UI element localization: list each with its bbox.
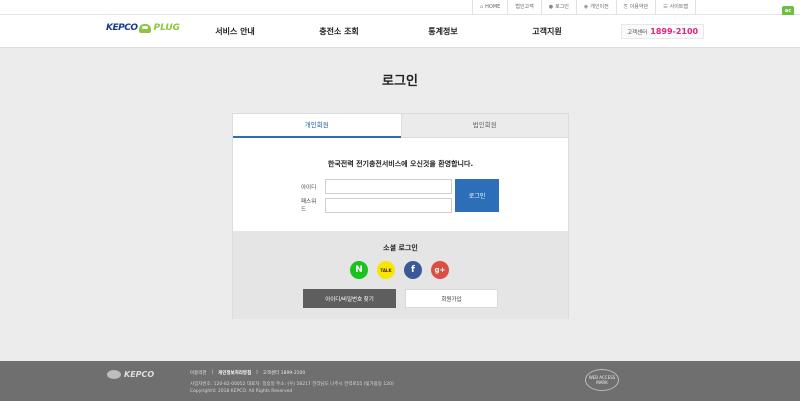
member-tabs: 개인회원 법인회원: [233, 114, 568, 138]
util-link-home[interactable]: ⌂ HOME: [471, 0, 507, 15]
page-title: 로그인: [382, 74, 418, 89]
car-icon: [139, 23, 152, 33]
kakao-icon[interactable]: TALK: [377, 261, 395, 279]
welcome-message: 한국전력 전기충전서비스에 오신것을 환영합니다.: [327, 160, 474, 168]
util-link-terms[interactable]: ⎘ 이용약관: [615, 0, 655, 15]
sitemap-icon: ☰: [663, 4, 668, 10]
util-link-label: 개인이전: [590, 4, 609, 10]
login-box: 개인회원 법인회원 한국전력 전기충전서비스에 오신것을 환영합니다. 아이디 …: [232, 113, 569, 319]
password-input[interactable]: [325, 197, 452, 213]
nav-statistics[interactable]: 통계정보: [391, 15, 495, 48]
social-icons: N TALK f g+: [350, 261, 449, 279]
utility-links: ⌂ HOME 법인고객 ● 로그인 ◉ 개인이전 ⎘ 이용약관 ☰ 사이트맵: [471, 0, 696, 15]
header: KEPCO PLUG 서비스 안내 충전소 조회 통계정보 고객지원 마이페이지…: [0, 15, 800, 48]
nav-service[interactable]: 서비스 안내: [183, 15, 287, 48]
footer-copyright: Copyright© 2018 KEPCO. All Rights Reserv…: [190, 389, 293, 394]
footer-link-privacy[interactable]: 개인정보처리방침: [218, 370, 251, 376]
util-link-label: HOME: [485, 4, 501, 10]
logo-plug-text: PLUG: [153, 23, 181, 33]
util-link-sitemap[interactable]: ☰ 사이트맵: [655, 0, 696, 15]
web-access-badge: WEB ACCESS MARK: [585, 369, 619, 391]
naver-icon[interactable]: N: [350, 261, 368, 279]
site-logo[interactable]: KEPCO PLUG: [106, 23, 180, 33]
doc-icon: ⎘: [623, 4, 628, 10]
util-link-label: 법인고객: [515, 4, 534, 10]
footer-links: 이용약관 | 개인정보처리방침 | 고객센터 1899-2100: [190, 370, 305, 376]
id-label: 아이디: [301, 184, 317, 191]
util-link-label: 사이트맵: [669, 4, 688, 10]
callcenter-box: 고객센터 1899-2100: [621, 24, 705, 39]
login-button[interactable]: 로그인: [455, 179, 499, 212]
pw-row: 패스워드: [301, 197, 452, 213]
logo-kepco-text: KEPCO: [106, 23, 138, 33]
signup-button[interactable]: 회원가입: [405, 289, 498, 308]
social-login-title: 소셜 로그인: [383, 244, 418, 252]
facebook-icon[interactable]: f: [404, 261, 422, 279]
callcenter-number: 1899-2100: [650, 27, 699, 36]
id-row: 아이디: [301, 179, 452, 194]
util-link-personal[interactable]: ◉ 개인이전: [575, 0, 616, 15]
nav-station-search[interactable]: 충전소 조회: [287, 15, 391, 48]
util-link-label: 이용약관: [629, 4, 649, 10]
kepco-mark-icon: [107, 370, 121, 379]
find-account-button[interactable]: 아이디/비밀번호 찾기: [303, 289, 396, 308]
util-link-corporate[interactable]: 법인고객: [507, 0, 540, 15]
pw-label: 패스워드: [301, 199, 317, 213]
footer-divider: |: [211, 370, 214, 375]
utility-bar: ⌂ HOME 법인고객 ● 로그인 ◉ 개인이전 ⎘ 이용약관 ☰ 사이트맵 ac: [0, 0, 800, 16]
footer-link-terms[interactable]: 이용약관: [190, 370, 207, 376]
footer-address: 사업자번호: 120-82-00052 대표자: 정승일 주소: (우) 582…: [190, 382, 394, 387]
footer: KEPCO 이용약관 | 개인정보처리방침 | 고객센터 1899-2100 사…: [0, 361, 800, 401]
tab-corporate[interactable]: 법인회원: [400, 114, 568, 138]
footer-logo-text: KEPCO: [124, 370, 155, 379]
footer-callcenter: 고객센터 1899-2100: [262, 371, 306, 376]
social-login-area: 소셜 로그인 N TALK f g+ 아이디/비밀번호 찾기 회원가입: [233, 231, 568, 319]
nav-support[interactable]: 고객지원: [495, 15, 599, 48]
location-icon: ◉: [583, 4, 589, 10]
user-icon: ●: [548, 4, 554, 10]
google-plus-icon[interactable]: g+: [431, 261, 449, 279]
util-link-login[interactable]: ● 로그인: [540, 0, 576, 15]
footer-divider: |: [256, 370, 258, 375]
util-link-label: 로그인: [555, 4, 569, 10]
id-input[interactable]: [325, 179, 452, 194]
home-icon: ⌂: [479, 4, 484, 10]
callcenter-label: 고객센터: [627, 29, 648, 36]
footer-logo: KEPCO: [107, 370, 154, 379]
tab-personal[interactable]: 개인회원: [233, 114, 401, 138]
